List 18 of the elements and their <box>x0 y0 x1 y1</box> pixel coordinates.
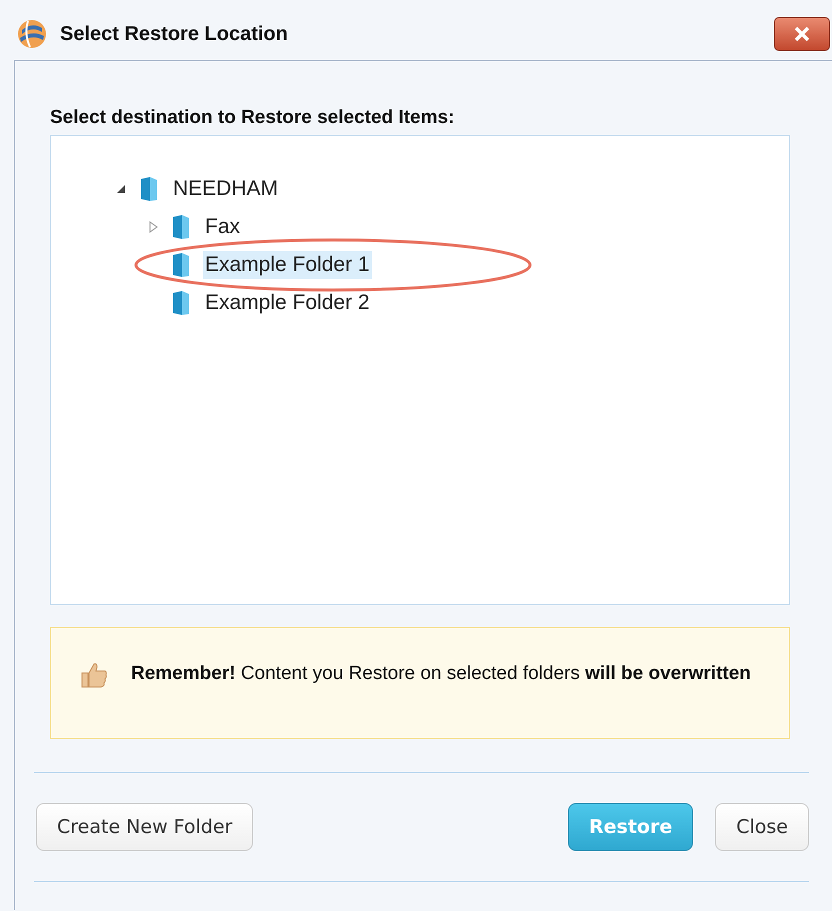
folder-icon <box>139 176 159 202</box>
expand-arrow-icon[interactable] <box>147 221 159 233</box>
globe-icon <box>16 18 48 50</box>
tree-item[interactable]: Example Folder 2 <box>203 289 372 317</box>
folder-icon <box>171 252 191 278</box>
create-folder-button[interactable]: Create New Folder <box>36 803 254 851</box>
close-button[interactable]: Close <box>715 803 809 851</box>
folder-icon <box>171 290 191 316</box>
tree-item[interactable]: Fax <box>203 213 242 241</box>
window-title: Select Restore Location <box>60 22 289 46</box>
close-icon <box>793 26 811 42</box>
folder-icon <box>171 214 191 240</box>
tree-item[interactable]: NEEDHAM <box>171 175 280 203</box>
tree-item[interactable]: Example Folder 1 <box>203 251 372 279</box>
notice-text: Remember! Content you Restore on selected folders will be overwritten <box>131 662 751 686</box>
collapse-arrow-icon[interactable] <box>115 183 127 195</box>
instruction-text: Select destination to Restore selected Items: <box>50 107 456 130</box>
close-button[interactable] <box>774 17 830 51</box>
